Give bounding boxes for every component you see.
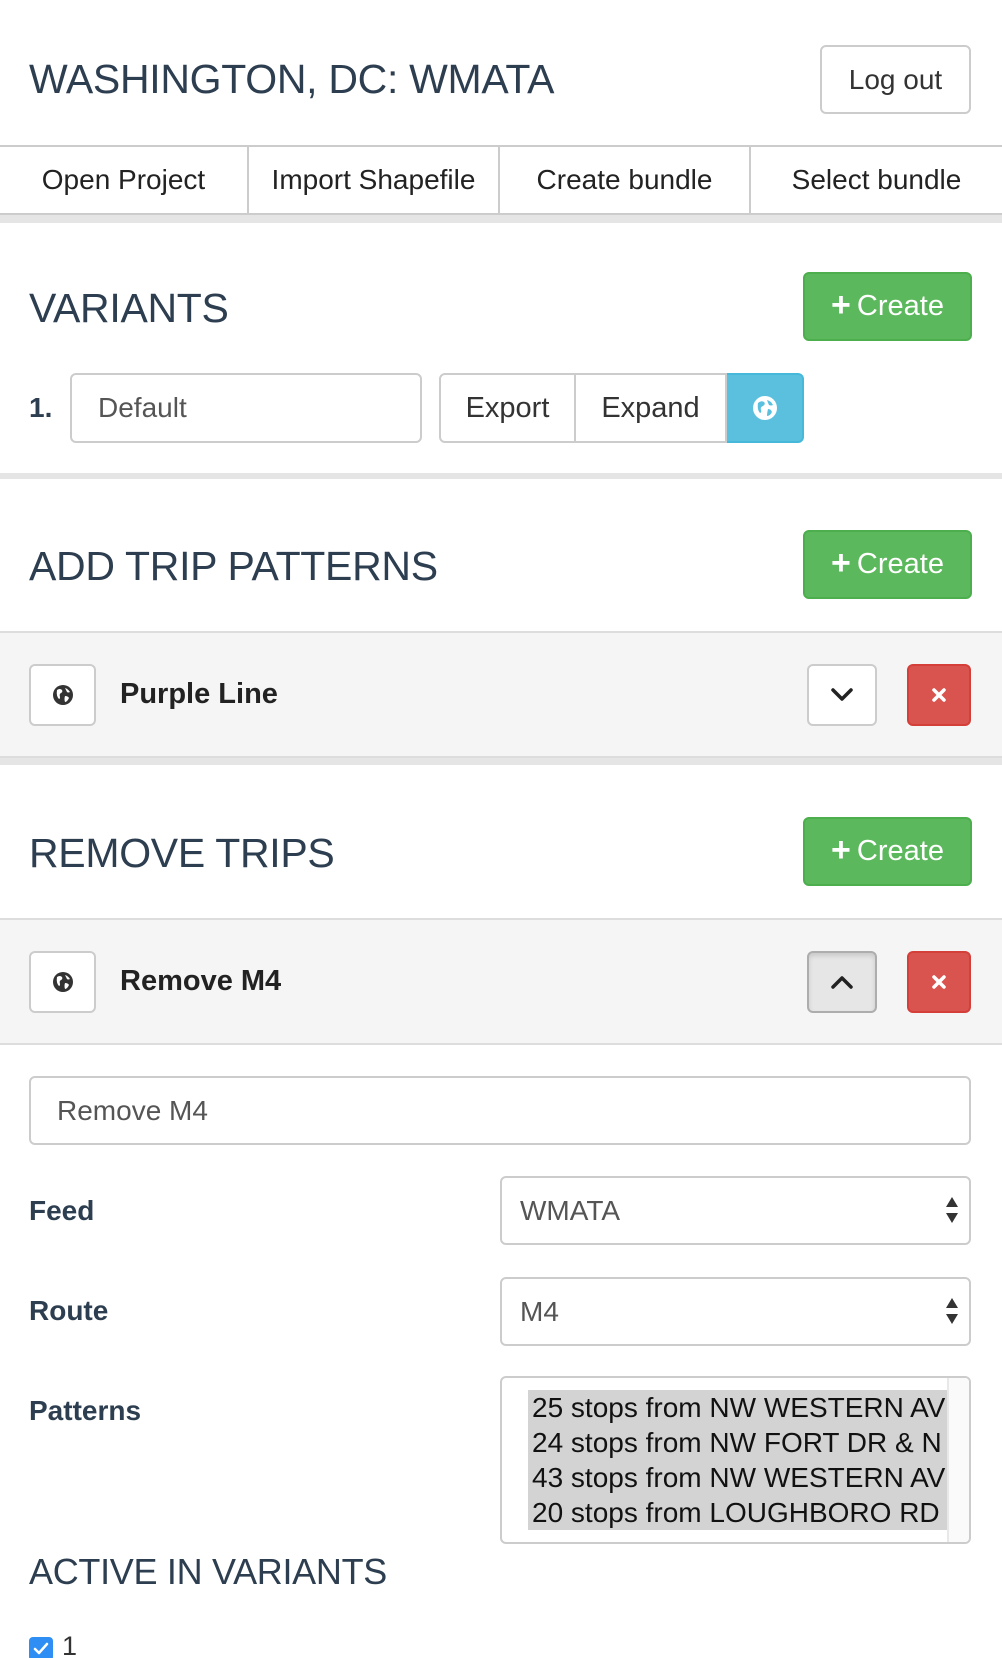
feed-select[interactable]: WMATA: [500, 1176, 971, 1245]
map-toggle-button[interactable]: [29, 664, 96, 726]
divider: [0, 473, 1002, 479]
delete-button[interactable]: [907, 664, 971, 726]
list-item: Purple Line: [0, 631, 1002, 758]
export-button[interactable]: Export: [439, 373, 576, 443]
add-trip-patterns-title: ADD TRIP PATTERNS: [29, 543, 438, 589]
checkmark-icon: [33, 1642, 49, 1655]
variant-number: 1.: [29, 392, 53, 423]
plus-icon: +: [831, 831, 851, 869]
tab-select-bundle[interactable]: Select bundle: [751, 147, 1002, 213]
chevron-up-icon: [831, 976, 853, 989]
plus-icon: +: [831, 544, 851, 582]
variant-checkbox[interactable]: [29, 1637, 53, 1658]
plus-icon: +: [831, 286, 851, 324]
tab-open-project[interactable]: Open Project: [0, 147, 249, 213]
create-remove-trips-button[interactable]: + Create: [803, 817, 972, 886]
tab-create-bundle[interactable]: Create bundle: [500, 147, 751, 213]
variant-checkbox-label: 1: [62, 1631, 78, 1658]
remove-trips-label: Remove M4: [120, 965, 282, 997]
create-variant-button[interactable]: + Create: [803, 272, 972, 341]
active-in-variants-title: ACTIVE IN VARIANTS: [29, 1551, 387, 1592]
patterns-label: Patterns: [29, 1395, 142, 1426]
route-value: M4: [520, 1295, 559, 1327]
logout-button[interactable]: Log out: [820, 45, 971, 114]
create-trip-pattern-button[interactable]: + Create: [803, 530, 972, 599]
feed-label: Feed: [29, 1195, 95, 1226]
create-label: Create: [856, 548, 944, 580]
pattern-option[interactable]: 24 stops from NW FORT DR & N: [528, 1425, 947, 1460]
route-label: Route: [29, 1295, 109, 1326]
globe-icon: [52, 972, 73, 992]
select-arrows-icon: [945, 1196, 959, 1224]
pattern-option[interactable]: 25 stops from NW WESTERN AV: [528, 1390, 947, 1425]
collapse-toggle-button[interactable]: [807, 951, 877, 1013]
pattern-option[interactable]: 43 stops from NW WESTERN AV: [528, 1460, 947, 1495]
variant-actions: Export Expand: [439, 373, 804, 443]
patterns-multiselect[interactable]: 25 stops from NW WESTERN AV 24 stops fro…: [500, 1376, 971, 1544]
pattern-option[interactable]: 20 stops from LOUGHBORO RD: [528, 1495, 947, 1530]
delete-button[interactable]: [907, 951, 971, 1013]
variant-name-input[interactable]: Default: [70, 373, 422, 443]
scrollbar[interactable]: [947, 1378, 969, 1542]
globe-icon: [52, 685, 73, 705]
close-icon: [932, 975, 946, 989]
variants-title: VARIANTS: [29, 285, 229, 331]
remove-trips-title: REMOVE TRIPS: [29, 830, 335, 876]
nav-tabs: Open Project Import Shapefile Create bun…: [0, 145, 1002, 215]
expand-button[interactable]: Expand: [576, 373, 727, 443]
list-item: Remove M4: [0, 918, 1002, 1045]
divider: [0, 215, 1002, 223]
divider: [0, 758, 1002, 765]
variant-map-toggle-button[interactable]: [727, 373, 804, 443]
tab-import-shapefile[interactable]: Import Shapefile: [249, 147, 500, 213]
route-select[interactable]: M4: [500, 1277, 971, 1346]
select-arrows-icon: [945, 1297, 959, 1325]
modification-name-input[interactable]: Remove M4: [29, 1076, 971, 1145]
chevron-down-icon: [831, 688, 853, 701]
globe-icon: [752, 396, 777, 420]
create-label: Create: [856, 835, 944, 867]
page-title: WASHINGTON, DC: WMATA: [29, 56, 555, 102]
create-label: Create: [856, 290, 944, 322]
trip-pattern-label: Purple Line: [120, 678, 278, 710]
feed-value: WMATA: [520, 1194, 621, 1226]
close-icon: [932, 688, 946, 702]
map-toggle-button[interactable]: [29, 951, 96, 1013]
expand-toggle-button[interactable]: [807, 664, 877, 726]
